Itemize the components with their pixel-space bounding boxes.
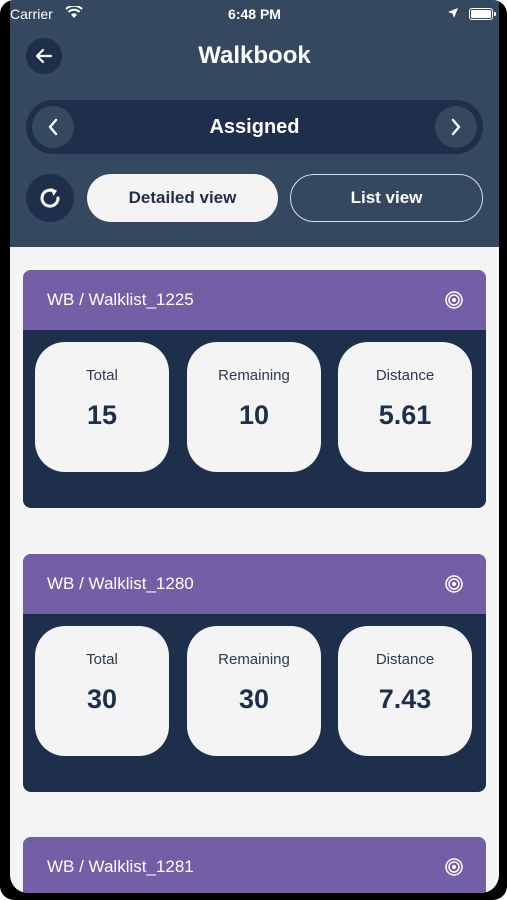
- detailed-view-button[interactable]: Detailed view: [87, 174, 278, 222]
- walklist-card[interactable]: WB / Walklist_1280 Total 30 Remaining 30…: [23, 554, 486, 792]
- total-stat: Total 15: [35, 342, 169, 472]
- clock: 6:48 PM: [228, 6, 281, 22]
- battery-icon: [469, 8, 496, 20]
- remaining-stat: Remaining 10: [187, 342, 321, 472]
- status-bar: Carrier 6:48 PM: [10, 0, 499, 28]
- refresh-button[interactable]: [26, 174, 74, 222]
- walklist-card[interactable]: WB / Walklist_1281: [23, 837, 486, 893]
- target-icon[interactable]: [444, 574, 464, 594]
- target-icon[interactable]: [444, 290, 464, 310]
- location-icon: [447, 6, 459, 22]
- total-stat: Total 30: [35, 626, 169, 756]
- walklist-title: WB / Walklist_1280: [47, 574, 194, 593]
- pager-label: Assigned: [209, 116, 300, 138]
- chevron-right-icon: [451, 118, 461, 136]
- remaining-value: 10: [238, 400, 270, 430]
- remaining-value: 30: [238, 684, 270, 714]
- list-view-button[interactable]: List view: [290, 174, 483, 222]
- distance-label: Distance: [375, 651, 435, 668]
- walklist-title: WB / Walklist_1225: [47, 290, 194, 309]
- app-screen: Carrier 6:48 PM Walkbook Assigned Detail…: [10, 0, 499, 893]
- walklist-card[interactable]: WB / Walklist_1225 Total 15 Remaining 10…: [23, 270, 486, 508]
- total-label: Total: [86, 367, 118, 384]
- header: Carrier 6:48 PM Walkbook Assigned Detail…: [10, 0, 499, 247]
- refresh-icon: [40, 188, 60, 208]
- remaining-label: Remaining: [218, 367, 290, 384]
- total-value: 15: [86, 400, 118, 430]
- distance-stat: Distance 5.61: [338, 342, 472, 472]
- remaining-label: Remaining: [218, 651, 290, 668]
- walklist-card-header: WB / Walklist_1280: [23, 554, 486, 614]
- walklist-card-header: WB / Walklist_1225: [23, 270, 486, 330]
- distance-stat: Distance 7.43: [338, 626, 472, 756]
- walklist-stats: Total 30 Remaining 30 Distance 7.43: [23, 614, 486, 792]
- assignment-pager: Assigned: [26, 100, 483, 154]
- total-value: 30: [86, 684, 118, 714]
- remaining-stat: Remaining 30: [187, 626, 321, 756]
- walklist-card-header: WB / Walklist_1281: [23, 837, 486, 893]
- distance-value: 7.43: [378, 684, 432, 714]
- target-icon[interactable]: [444, 857, 464, 877]
- next-button[interactable]: [435, 106, 477, 148]
- walklist-title: WB / Walklist_1281: [47, 857, 194, 876]
- total-label: Total: [86, 651, 118, 668]
- page-title: Walkbook: [198, 42, 311, 69]
- walklist-stats: Total 15 Remaining 10 Distance 5.61: [23, 330, 486, 508]
- distance-label: Distance: [375, 367, 435, 384]
- distance-value: 5.61: [378, 400, 432, 430]
- device-frame: Carrier 6:48 PM Walkbook Assigned Detail…: [0, 0, 507, 900]
